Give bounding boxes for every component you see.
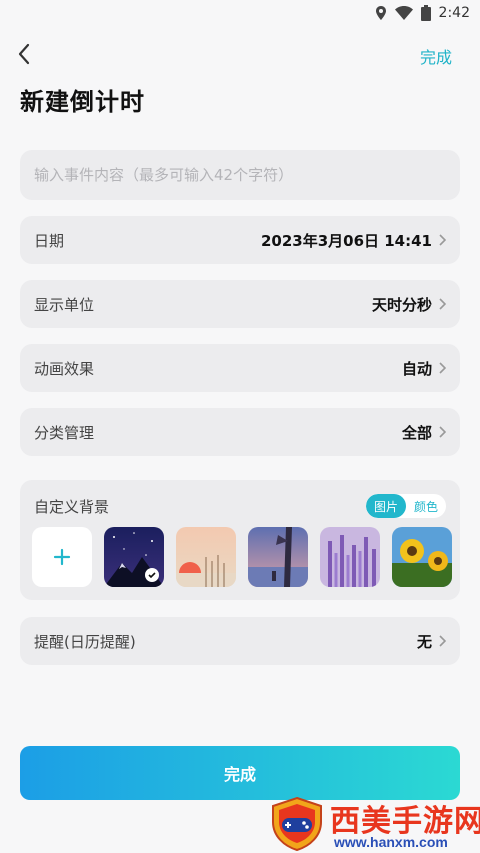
category-label: 分类管理 [34,423,95,442]
done-top-button[interactable]: 完成 [420,44,452,68]
back-button[interactable] [12,40,36,68]
done-button[interactable]: 完成 [20,746,460,800]
battery-icon [420,5,431,21]
toggle-image[interactable]: 图片 [365,494,406,518]
gamepad-shield-icon [272,796,322,852]
event-input-card [20,150,460,200]
category-row[interactable]: 分类管理 全部 [20,408,460,456]
thumbnail-lavender-field[interactable] [320,527,380,587]
chevron-right-icon [438,426,446,438]
chevron-right-icon [438,298,446,310]
header: 完成 [0,36,480,72]
reminder-label: 提醒(日历提醒) [34,632,136,651]
date-label: 日期 [34,231,65,250]
watermark: 西美手游网 www.hanxm.com [268,796,480,852]
plus-icon [53,548,71,566]
display-unit-label: 显示单位 [34,295,95,314]
chevron-right-icon [438,234,446,246]
custom-background-card: 自定义背景 图片 颜色 [20,480,460,600]
animation-value: 自动 [401,359,432,378]
toggle-color[interactable]: 颜色 [406,494,446,518]
location-icon [375,6,387,20]
custom-background-label: 自定义背景 [34,497,110,516]
reminder-value: 无 [416,632,432,651]
watermark-url: www.hanxm.com [334,834,448,850]
date-row[interactable]: 日期 2023年3月06日 14:41 [20,216,460,264]
category-value: 全部 [401,423,432,442]
thumbnail-sunflowers[interactable] [392,527,452,587]
add-background-button[interactable] [32,527,92,587]
display-unit-row[interactable]: 显示单位 天时分秒 [20,280,460,328]
chevron-left-icon [18,43,30,65]
thumbnail-night-sky-mountain[interactable] [104,527,164,587]
thumbnail-sunset-grass[interactable] [176,527,236,587]
animation-label: 动画效果 [34,359,95,378]
date-value: 2023年3月06日 14:41 [260,231,432,250]
event-input[interactable] [20,150,460,200]
chevron-right-icon [438,362,446,374]
selected-check-icon [145,568,159,582]
background-thumbnails [32,527,452,587]
status-time: 2:42 [438,5,470,21]
wifi-icon [394,6,413,20]
status-bar: 2:42 [0,0,480,26]
page-title: 新建倒计时 [20,88,145,116]
chevron-right-icon [438,635,446,647]
animation-row[interactable]: 动画效果 自动 [20,344,460,392]
display-unit-value: 天时分秒 [371,295,432,314]
thumbnail-anime-tree-lake[interactable] [248,527,308,587]
reminder-row[interactable]: 提醒(日历提醒) 无 [20,617,460,665]
background-type-toggle: 图片 颜色 [365,494,446,518]
